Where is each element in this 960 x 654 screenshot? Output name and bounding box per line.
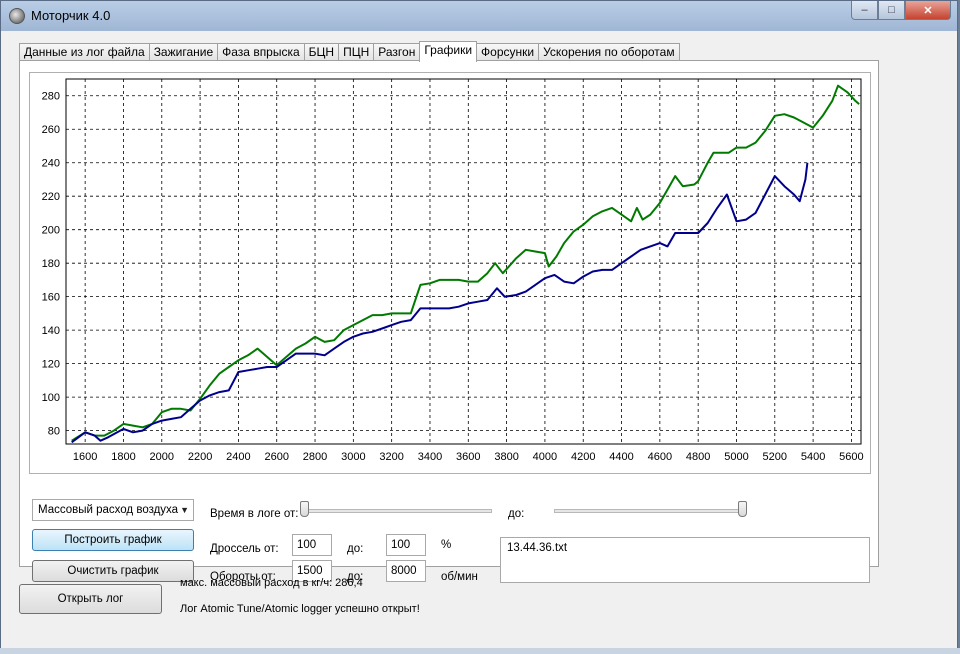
tab-bar: Данные из лог файла Зажигание Фаза впрыс…	[19, 41, 680, 62]
throttle-from-label: Дроссель от:	[210, 543, 279, 555]
open-log-button[interactable]: Открыть лог	[19, 584, 162, 614]
x-tick-label: 5200	[763, 451, 787, 463]
slider-track	[300, 509, 492, 513]
graphs-panel: 1600 1800 2000 2200 2400 2600 2800 3000 3200 3400…	[19, 60, 879, 583]
x-tick-label: 3600	[456, 451, 480, 463]
x-tick-label: 3800	[494, 451, 518, 463]
y-tick-label: 100	[42, 392, 60, 404]
x-tick-label: 4000	[533, 451, 557, 463]
throttle-to-input[interactable]: 100	[386, 534, 426, 556]
slider-thumb[interactable]	[738, 501, 747, 517]
y-tick-label: 140	[42, 325, 60, 337]
build-chart-button[interactable]: Построить график	[32, 529, 194, 551]
maximize-button[interactable]: □	[878, 1, 905, 20]
tab-ignition[interactable]: Зажигание	[148, 43, 219, 61]
rpm-to-input[interactable]: 8000	[386, 560, 426, 582]
tab-injection-phase[interactable]: Фаза впрыска	[217, 43, 305, 61]
x-tick-label: 4800	[686, 451, 710, 463]
slider-thumb[interactable]	[300, 501, 309, 517]
app-window: Моторчик 4.0 – □ ✕ Данные из лог файла З…	[0, 0, 958, 652]
y-tick-label: 260	[42, 124, 60, 136]
close-button[interactable]: ✕	[905, 1, 951, 20]
tab-acceleration[interactable]: Разгон	[373, 43, 421, 61]
app-icon	[9, 8, 25, 24]
time-to-slider[interactable]	[554, 501, 747, 519]
y-tick-label: 80	[48, 426, 60, 438]
tab-bcn[interactable]: БЦН	[303, 43, 340, 61]
x-tick-label: 2200	[188, 451, 212, 463]
main-content: Данные из лог файла Зажигание Фаза впрыс…	[9, 31, 949, 651]
tab-injectors[interactable]: Форсунки	[476, 43, 540, 61]
window-controls: – □ ✕	[851, 1, 951, 21]
file-name-text: 13.44.36.txt	[507, 542, 568, 554]
x-tick-label: 5600	[839, 451, 863, 463]
x-tick-label: 1600	[73, 451, 97, 463]
y-tick-label: 240	[42, 158, 60, 170]
x-tick-label: 3400	[418, 451, 442, 463]
x-tick-label: 2000	[150, 451, 174, 463]
air-flow-chart: 1600 1800 2000 2200 2400 2600 2800 3000 3200 3400…	[42, 78, 864, 463]
x-tick-label: 4600	[648, 451, 672, 463]
parameter-select-value: Массовый расход воздуха	[38, 504, 179, 516]
time-to-label: до:	[508, 508, 525, 520]
rpm-unit: об/мин	[441, 571, 478, 583]
taskbar	[0, 648, 960, 654]
x-tick-label: 2400	[226, 451, 250, 463]
x-tick-label: 5400	[801, 451, 825, 463]
x-tick-label: 4400	[609, 451, 633, 463]
tab-log-data[interactable]: Данные из лог файла	[19, 43, 150, 61]
parameter-select[interactable]: Массовый расход воздуха ▼	[32, 499, 194, 521]
y-tick-label: 180	[42, 258, 60, 270]
x-tick-label: 4200	[571, 451, 595, 463]
max-flow-text: макс. массовый расход в кг/ч: 286,4	[180, 577, 363, 589]
clear-chart-button[interactable]: Очистить график	[32, 560, 194, 582]
x-tick-label: 3200	[379, 451, 403, 463]
y-tick-label: 120	[42, 359, 60, 371]
x-tick-label: 5000	[724, 451, 748, 463]
file-name-box[interactable]: 13.44.36.txt	[500, 537, 870, 583]
x-tick-label: 2600	[264, 451, 288, 463]
plot-frame	[65, 78, 862, 445]
throttle-from-input[interactable]: 100	[292, 534, 332, 556]
chevron-down-icon: ▼	[180, 505, 189, 515]
chart-area: 1600 1800 2000 2200 2400 2600 2800 3000 3200 3400…	[29, 72, 871, 474]
time-from-label: Время в логе от:	[210, 508, 299, 520]
throttle-unit: %	[441, 539, 452, 551]
slider-track	[554, 509, 747, 513]
y-tick-label: 220	[42, 191, 60, 203]
tab-rpm-acceleration[interactable]: Ускорения по оборотам	[538, 43, 680, 61]
window-title: Моторчик 4.0	[31, 8, 111, 23]
y-tick-label: 280	[42, 91, 60, 103]
x-tick-label: 2800	[303, 451, 327, 463]
throttle-to-label: до:	[347, 543, 364, 555]
tab-graphs[interactable]: Графики	[419, 41, 478, 62]
status-text: Лог Atomic Tune/Atomic logger успешно от…	[180, 603, 420, 615]
tab-pcn[interactable]: ПЦН	[338, 43, 375, 61]
x-tick-label: 3000	[341, 451, 365, 463]
x-tick-label: 1800	[111, 451, 135, 463]
y-tick-label: 200	[42, 225, 60, 237]
y-tick-label: 160	[42, 292, 60, 304]
minimize-button[interactable]: –	[851, 1, 878, 20]
title-bar[interactable]: Моторчик 4.0 – □ ✕	[1, 1, 957, 31]
time-from-slider[interactable]	[300, 501, 492, 519]
